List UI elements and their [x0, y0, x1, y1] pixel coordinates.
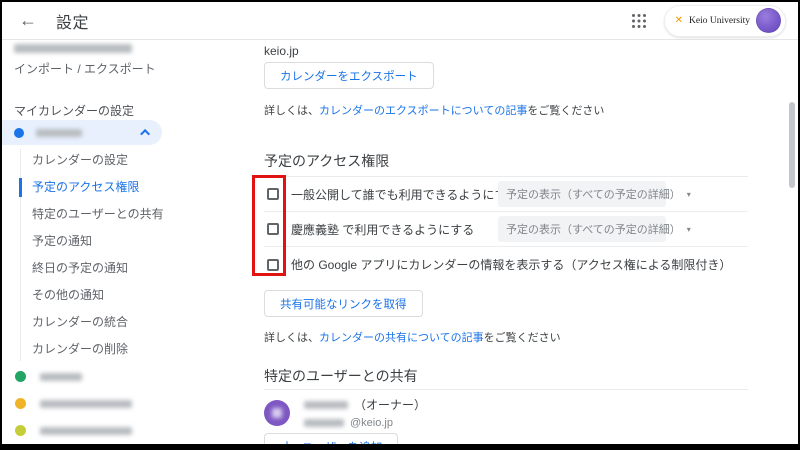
org-access-checkbox[interactable]: [267, 223, 279, 235]
settings-page: ← 設定 ✕ Keio University: [2, 2, 798, 444]
sidebar-calendar-item[interactable]: [2, 417, 262, 444]
blurred-calendar-name: [40, 400, 132, 408]
calendar-settings-submenu: カレンダーの設定 予定のアクセス権限 特定のユーザーとの共有 予定の通知 終日の…: [2, 147, 262, 363]
grid-dots: [631, 13, 647, 29]
sidebar-item-other-notifications[interactable]: その他の通知: [2, 282, 262, 309]
sidebar-item-calendar-integration[interactable]: カレンダーの統合: [2, 309, 262, 336]
calendar-color-dot: [15, 371, 26, 382]
export-help-link[interactable]: カレンダーのエクスポートについての記事: [319, 105, 527, 117]
owner-role: （オーナー）: [354, 397, 426, 413]
back-arrow-icon[interactable]: ←: [14, 7, 42, 35]
owner-email-domain: @keio.jp: [350, 415, 393, 431]
help-suffix: をご覧ください: [484, 332, 561, 344]
scrollbar-thumb[interactable]: [789, 102, 795, 188]
page-title: 設定: [56, 9, 89, 33]
dropdown-value: 予定の表示（すべての予定の詳細）: [506, 186, 681, 202]
blurred-owner-name: [304, 401, 348, 409]
permission-label: 他の Google アプリにカレンダーの情報を表示する（アクセス権による制限付き…: [291, 256, 731, 273]
screenshot-frame: ← 設定 ✕ Keio University: [0, 0, 800, 450]
calendar-domain-text: keio.jp: [264, 44, 299, 58]
settings-content: keio.jp カレンダーをエクスポート 詳しくは、カレンダーのエクスポートにつ…: [264, 41, 748, 444]
other-calendars-list: [2, 363, 262, 444]
caret-down-icon: ▾: [681, 190, 691, 199]
add-user-button[interactable]: ＋ ユーザーを追加: [264, 433, 398, 444]
google-apps-grid-icon[interactable]: [624, 6, 654, 36]
sidebar-item-allday-notifications[interactable]: 終日の予定の通知: [2, 255, 262, 282]
blurred-calendar-name: [40, 373, 82, 381]
sidebar-selected-calendar[interactable]: [2, 120, 162, 145]
blurred-sidebar-item: [14, 44, 132, 53]
user-avatar[interactable]: [756, 8, 781, 33]
sidebar-item-access-permissions[interactable]: 予定のアクセス権限: [2, 174, 262, 201]
app-header: ← 設定 ✕ Keio University: [2, 2, 798, 40]
blurred-avatar-glyph: [272, 408, 282, 418]
help-prefix: 詳しくは、: [264, 105, 319, 117]
export-help-text: 詳しくは、カレンダーのエクスポートについての記事をご覧ください: [264, 102, 604, 118]
owner-avatar: [264, 400, 290, 426]
access-permissions-heading: 予定のアクセス権限: [264, 151, 389, 171]
sidebar-heading-my-calendars: マイカレンダーの設定: [14, 102, 134, 119]
add-user-label: ユーザーを追加: [302, 439, 382, 445]
calendar-color-dot: [15, 398, 26, 409]
chevron-up-icon[interactable]: [140, 129, 150, 139]
get-shareable-link-button[interactable]: 共有可能なリンクを取得: [264, 290, 423, 317]
help-prefix: 詳しくは、: [264, 332, 319, 344]
google-apps-checkbox[interactable]: [267, 259, 279, 271]
permission-row-google-apps: 他の Google アプリにカレンダーの情報を表示する（アクセス権による制限付き…: [264, 247, 748, 282]
access-permission-rows: 一般公開して誰でも利用できるようにする 予定の表示（すべての予定の詳細） ▾ 慶…: [264, 177, 748, 282]
calendar-color-dot: [14, 128, 24, 138]
sidebar-item-share-with-users[interactable]: 特定のユーザーとの共有: [2, 201, 262, 228]
permission-label: 慶應義塾 で利用できるようにする: [291, 221, 474, 238]
sidebar-item-calendar-settings[interactable]: カレンダーの設定: [2, 147, 262, 174]
public-access-checkbox[interactable]: [267, 188, 279, 200]
sidebar-calendar-item[interactable]: [2, 363, 262, 390]
account-badge[interactable]: ✕ Keio University: [664, 5, 786, 37]
share-help-link[interactable]: カレンダーの共有についての記事: [319, 332, 484, 344]
settings-sidebar: インポート / エクスポート マイカレンダーの設定 カレンダーの設定 予定のアク…: [2, 41, 262, 444]
owner-user-row: （オーナー） @keio.jp: [264, 397, 426, 431]
sidebar-item-delete-calendar[interactable]: カレンダーの削除: [2, 336, 262, 363]
permission-row-org: 慶應義塾 で利用できるようにする 予定の表示（すべての予定の詳細） ▾: [264, 212, 748, 247]
share-with-users-heading: 特定のユーザーとの共有: [264, 366, 418, 386]
permission-row-public: 一般公開して誰でも利用できるようにする 予定の表示（すべての予定の詳細） ▾: [264, 177, 748, 212]
sidebar-calendar-item[interactable]: [2, 390, 262, 417]
help-suffix: をご覧ください: [527, 105, 604, 117]
calendar-color-dot: [15, 425, 26, 436]
blurred-calendar-name: [40, 427, 132, 435]
org-logo-icon: ✕: [675, 15, 683, 26]
share-help-text: 詳しくは、カレンダーの共有についての記事をご覧ください: [264, 329, 561, 345]
export-calendar-button[interactable]: カレンダーをエクスポート: [264, 62, 434, 89]
visibility-dropdown[interactable]: 予定の表示（すべての予定の詳細） ▾: [498, 181, 666, 207]
sidebar-item-import-export[interactable]: インポート / エクスポート: [14, 60, 156, 77]
sidebar-item-event-notifications[interactable]: 予定の通知: [2, 228, 262, 255]
blurred-owner-email: [304, 419, 344, 427]
section-divider: [264, 389, 748, 390]
dropdown-value: 予定の表示（すべての予定の詳細）: [506, 221, 681, 237]
blurred-calendar-name: [36, 129, 82, 137]
caret-down-icon: ▾: [681, 225, 691, 234]
plus-icon: ＋: [280, 437, 294, 445]
org-name: Keio University: [689, 16, 750, 26]
visibility-dropdown[interactable]: 予定の表示（すべての予定の詳細） ▾: [498, 216, 666, 242]
permission-label: 一般公開して誰でも利用できるようにする: [291, 186, 519, 203]
